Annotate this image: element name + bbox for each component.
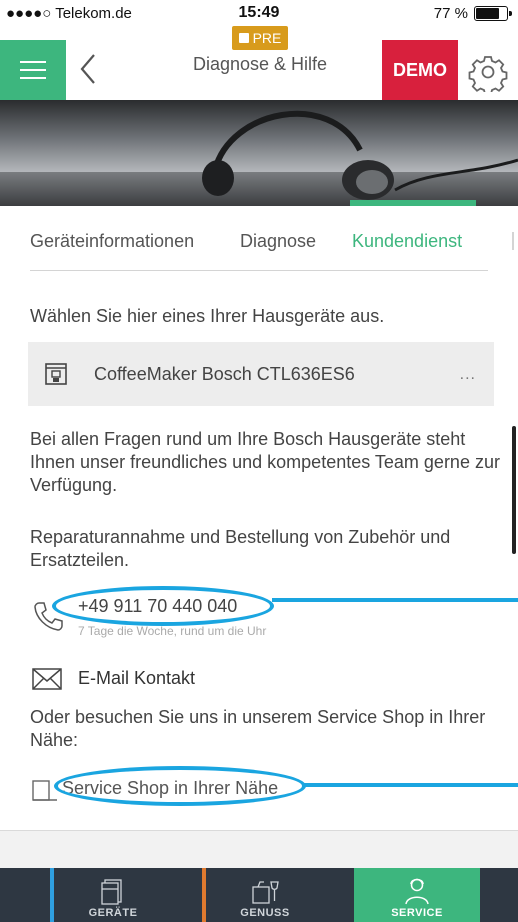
- phone-annotation-oval: [52, 586, 274, 626]
- phone-hours: 7 Tage die Woche, rund um die Uhr: [78, 624, 267, 638]
- gear-icon: [468, 56, 508, 95]
- app-header: PRE Diagnose & Hilfe DEMO: [0, 26, 518, 100]
- page-title: Diagnose & Hilfe: [192, 54, 328, 74]
- nav-service[interactable]: SERVICE: [354, 868, 480, 922]
- battery-indicator: 77 %: [433, 5, 512, 22]
- tab-overflow-edge: [512, 232, 514, 250]
- status-bar: ●●●●○ Telekom.de 15:49 77 %: [0, 0, 518, 26]
- shop-annotation-oval: [54, 766, 306, 806]
- device-selector[interactable]: CoffeeMaker Bosch CTL636ES6 ...: [28, 342, 494, 406]
- menu-button[interactable]: [0, 40, 66, 100]
- nav-genuss-label: GENUSS: [240, 907, 290, 919]
- device-name: CoffeeMaker Bosch CTL636ES6: [94, 364, 355, 384]
- nav-geraete-label: GERÄTE: [88, 907, 138, 919]
- tab-bar: Geräteinformationen Diagnose Kundendiens…: [0, 206, 518, 272]
- headphones-illustration: [202, 110, 518, 200]
- tab-diagnose[interactable]: Diagnose: [240, 231, 316, 252]
- coffee-machine-icon: [45, 363, 67, 385]
- email-contact-link[interactable]: E-Mail Kontakt: [78, 668, 195, 689]
- kitchen-icon: [252, 881, 279, 904]
- shop-icon: [32, 780, 57, 801]
- demo-button[interactable]: DEMO: [382, 40, 458, 100]
- back-button[interactable]: [78, 46, 108, 90]
- shop-description: Oder besuchen Sie uns in unserem Service…: [30, 707, 486, 750]
- repair-description: Reparaturannahme und Bestellung von Zube…: [30, 527, 451, 570]
- intro-text: Wählen Sie hier eines Ihrer Hausgeräte a…: [30, 306, 385, 326]
- footer-spacer: [0, 831, 518, 868]
- scrollbar[interactable]: [512, 426, 516, 554]
- devices-icon: [101, 879, 122, 905]
- device-more-button[interactable]: ...: [460, 366, 476, 384]
- tab-geraeteinformationen[interactable]: Geräteinformationen: [30, 231, 194, 252]
- nav-service-label: SERVICE: [391, 907, 443, 919]
- mail-icon: [32, 668, 62, 690]
- back-chevron-icon: [80, 54, 95, 84]
- nav-geraete[interactable]: GERÄTE: [50, 868, 176, 922]
- tab-kundendienst[interactable]: Kundendienst: [352, 231, 462, 252]
- nav-genuss[interactable]: GENUSS: [202, 868, 328, 922]
- battery-icon: [474, 6, 512, 21]
- shop-annotation-line: [304, 783, 518, 787]
- pre-badge: PRE: [232, 26, 288, 50]
- phone-annotation-line: [272, 598, 518, 602]
- bottom-navigation: GERÄTE GENUSS SERVICE: [0, 868, 518, 922]
- hero-image: [0, 100, 518, 206]
- support-description: Bei allen Fragen rund um Ihre Bosch Haus…: [30, 429, 500, 495]
- menu-icon: [20, 61, 46, 63]
- battery-percent: 77 %: [433, 5, 468, 22]
- settings-button[interactable]: [468, 52, 508, 95]
- service-person-icon: [405, 878, 429, 905]
- tab-divider: [30, 270, 488, 271]
